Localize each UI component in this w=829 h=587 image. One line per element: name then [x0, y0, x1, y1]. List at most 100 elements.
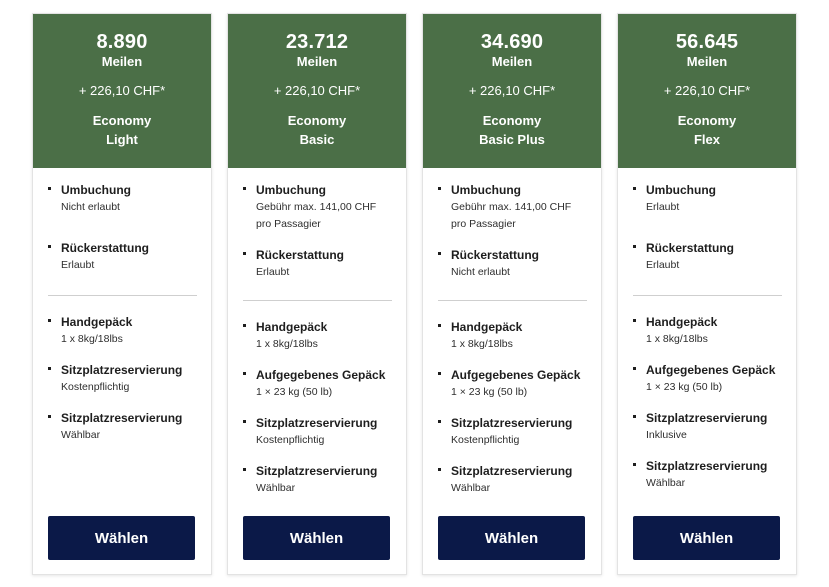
feature-title: Sitzplatzreservierung [61, 363, 183, 377]
fare-name-line2: Light [106, 132, 138, 147]
bullet-icon [438, 252, 441, 255]
divider [438, 300, 587, 301]
bullet-icon [243, 420, 246, 423]
feature-title: Rückerstattung [451, 248, 540, 262]
feature-title: Umbuchung [646, 183, 716, 197]
feature-refund: Rückerstattung Erlaubt [633, 240, 782, 274]
feature-seat-selection: Sitzplatzreservierung Wählbar [243, 463, 392, 497]
feature-checked-baggage: Aufgegebenes Gepäck 1 × 23 kg (50 lb) [438, 367, 587, 401]
fare-name: Economy Basic Plus [423, 111, 601, 149]
fare-features: Umbuchung Gebühr max. 141,00 CHF pro Pas… [423, 168, 601, 576]
feature-value: Kostenpflichtig [451, 434, 520, 446]
feature-checked-baggage: Aufgegebenes Gepäck 1 × 23 kg (50 lb) [243, 367, 392, 401]
feature-title: Handgepäck [61, 315, 133, 329]
feature-title: Sitzplatzreservierung [256, 464, 378, 478]
feature-title: Handgepäck [451, 320, 523, 334]
fare-features: Umbuchung Nicht erlaubt Rückerstattung E… [33, 168, 211, 576]
bullet-icon [633, 187, 636, 190]
select-fare-button[interactable]: Wählen [48, 516, 195, 560]
fare-name: Economy Light [33, 111, 211, 149]
bullet-icon [633, 319, 636, 322]
feature-seat-selection: Sitzplatzreservierung Wählbar [438, 463, 587, 497]
fare-name-line1: Economy [482, 113, 542, 128]
fare-name: Economy Basic [228, 111, 406, 149]
feature-title: Aufgegebenes Gepäck [646, 363, 776, 377]
feature-value: Gebühr max. 141,00 CHF pro Passagier [256, 201, 377, 230]
bullet-icon [243, 468, 246, 471]
miles-unit: Meilen [686, 54, 728, 69]
feature-title: Sitzplatzreservierung [646, 459, 768, 473]
fare-name-line1: Economy [677, 113, 737, 128]
fare-card-economy-basic-plus: 34.690 Meilen + 226,10 CHF* Economy Basi… [422, 13, 602, 575]
bullet-icon [48, 245, 51, 248]
feature-value: Kostenpflichtig [256, 434, 325, 446]
fare-comparison: 8.890 Meilen + 226,10 CHF* Economy Light… [0, 0, 829, 587]
miles-value: 56.645 [675, 31, 739, 53]
feature-title: Sitzplatzreservierung [256, 416, 378, 430]
feature-rebooking: Umbuchung Erlaubt [633, 182, 782, 216]
feature-rebooking: Umbuchung Gebühr max. 141,00 CHF pro Pas… [243, 182, 392, 233]
feature-rebooking: Umbuchung Gebühr max. 141,00 CHF pro Pas… [438, 182, 587, 233]
bullet-icon [243, 187, 246, 190]
feature-seat-reservation: Sitzplatzreservierung Inklusive [633, 410, 782, 444]
fare-name-line2: Flex [693, 132, 720, 147]
feature-title: Sitzplatzreservierung [646, 411, 768, 425]
bullet-icon [633, 245, 636, 248]
bullet-icon [243, 324, 246, 327]
feature-value: Nicht erlaubt [451, 266, 510, 278]
select-fare-button[interactable]: Wählen [438, 516, 585, 560]
fare-header: 8.890 Meilen + 226,10 CHF* Economy Light [33, 14, 211, 168]
miles-value: 8.890 [96, 31, 148, 53]
miles-value: 23.712 [285, 31, 349, 53]
feature-refund: Rückerstattung Erlaubt [48, 240, 197, 274]
feature-hand-baggage: Handgepäck 1 x 8kg/18lbs [48, 314, 197, 348]
feature-checked-baggage: Aufgegebenes Gepäck 1 × 23 kg (50 lb) [633, 362, 782, 396]
fare-features: Umbuchung Erlaubt Rückerstattung Erlaubt… [618, 168, 796, 576]
feature-value: Wählbar [451, 482, 491, 494]
feature-seat-reservation: Sitzplatzreservierung Kostenpflichtig [438, 415, 587, 449]
bullet-icon [438, 372, 441, 375]
fare-features: Umbuchung Gebühr max. 141,00 CHF pro Pas… [228, 168, 406, 576]
feature-hand-baggage: Handgepäck 1 x 8kg/18lbs [438, 319, 587, 353]
fare-card-economy-flex: 56.645 Meilen + 226,10 CHF* Economy Flex… [617, 13, 797, 575]
fare-header: 23.712 Meilen + 226,10 CHF* Economy Basi… [228, 14, 406, 168]
bullet-icon [48, 415, 51, 418]
bullet-icon [243, 372, 246, 375]
feature-value: Kostenpflichtig [61, 381, 130, 393]
feature-hand-baggage: Handgepäck 1 x 8kg/18lbs [633, 314, 782, 348]
fare-header: 56.645 Meilen + 226,10 CHF* Economy Flex [618, 14, 796, 168]
feature-value: 1 x 8kg/18lbs [451, 338, 513, 350]
select-fare-button[interactable]: Wählen [243, 516, 390, 560]
bullet-icon [633, 463, 636, 466]
feature-value: Inklusive [646, 429, 687, 441]
bullet-icon [438, 324, 441, 327]
feature-value: 1 x 8kg/18lbs [61, 333, 123, 345]
feature-title: Aufgegebenes Gepäck [451, 368, 581, 382]
feature-seat-reservation: Sitzplatzreservierung Kostenpflichtig [243, 415, 392, 449]
bullet-icon [48, 319, 51, 322]
fare-header: 34.690 Meilen + 226,10 CHF* Economy Basi… [423, 14, 601, 168]
feature-title: Sitzplatzreservierung [61, 411, 183, 425]
feature-title: Sitzplatzreservierung [451, 416, 573, 430]
bullet-icon [48, 187, 51, 190]
fare-name-line2: Basic Plus [479, 132, 545, 147]
fare-card-economy-light: 8.890 Meilen + 226,10 CHF* Economy Light… [32, 13, 212, 575]
fare-price: + 226,10 CHF* [663, 83, 751, 98]
bullet-icon [438, 468, 441, 471]
select-fare-button[interactable]: Wählen [633, 516, 780, 560]
feature-refund: Rückerstattung Erlaubt [243, 247, 392, 281]
fare-name-line1: Economy [92, 113, 152, 128]
feature-value: Erlaubt [646, 201, 680, 213]
feature-value: Erlaubt [256, 266, 290, 278]
feature-value: 1 × 23 kg (50 lb) [256, 386, 333, 398]
feature-value: 1 x 8kg/18lbs [256, 338, 318, 350]
fare-name-line1: Economy [287, 113, 347, 128]
feature-value: 1 × 23 kg (50 lb) [646, 381, 723, 393]
feature-hand-baggage: Handgepäck 1 x 8kg/18lbs [243, 319, 392, 353]
miles-unit: Meilen [491, 54, 533, 69]
feature-title: Rückerstattung [646, 241, 735, 255]
bullet-icon [633, 367, 636, 370]
feature-title: Umbuchung [61, 183, 131, 197]
miles-unit: Meilen [296, 54, 338, 69]
fare-price: + 226,10 CHF* [78, 83, 166, 98]
